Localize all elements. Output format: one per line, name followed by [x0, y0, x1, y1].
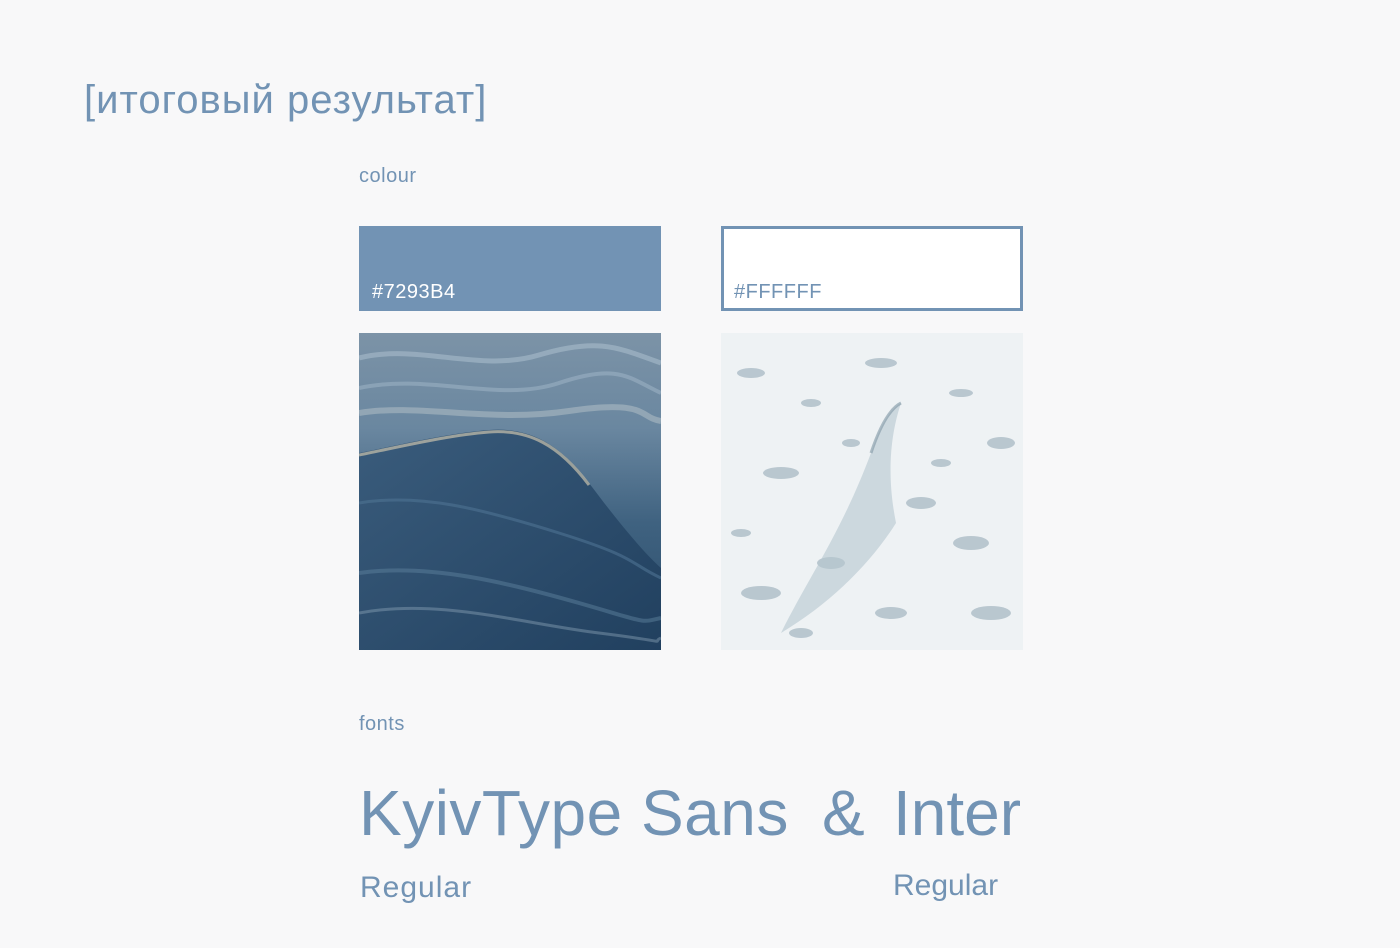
- primary-font-weight: Regular: [360, 871, 473, 904]
- colour-swatch-white: #FFFFFF: [721, 226, 1023, 311]
- font-separator: &: [822, 777, 865, 849]
- fonts-section-label: fonts: [359, 713, 405, 735]
- colour-swatch-primary: #7293B4: [359, 226, 661, 311]
- secondary-font-weight: Regular: [893, 869, 999, 902]
- primary-font-name: KyivType Sans: [359, 777, 789, 849]
- colour-section-label: colour: [359, 165, 417, 187]
- sea-foam-image: [721, 333, 1023, 650]
- swatch-hex-code: #FFFFFF: [734, 281, 822, 303]
- swatch-hex-code: #7293B4: [372, 281, 456, 303]
- calm-water-wave-image: [359, 333, 661, 650]
- page-title: [итоговый результат]: [84, 78, 488, 122]
- secondary-font-name: Inter: [893, 777, 1022, 849]
